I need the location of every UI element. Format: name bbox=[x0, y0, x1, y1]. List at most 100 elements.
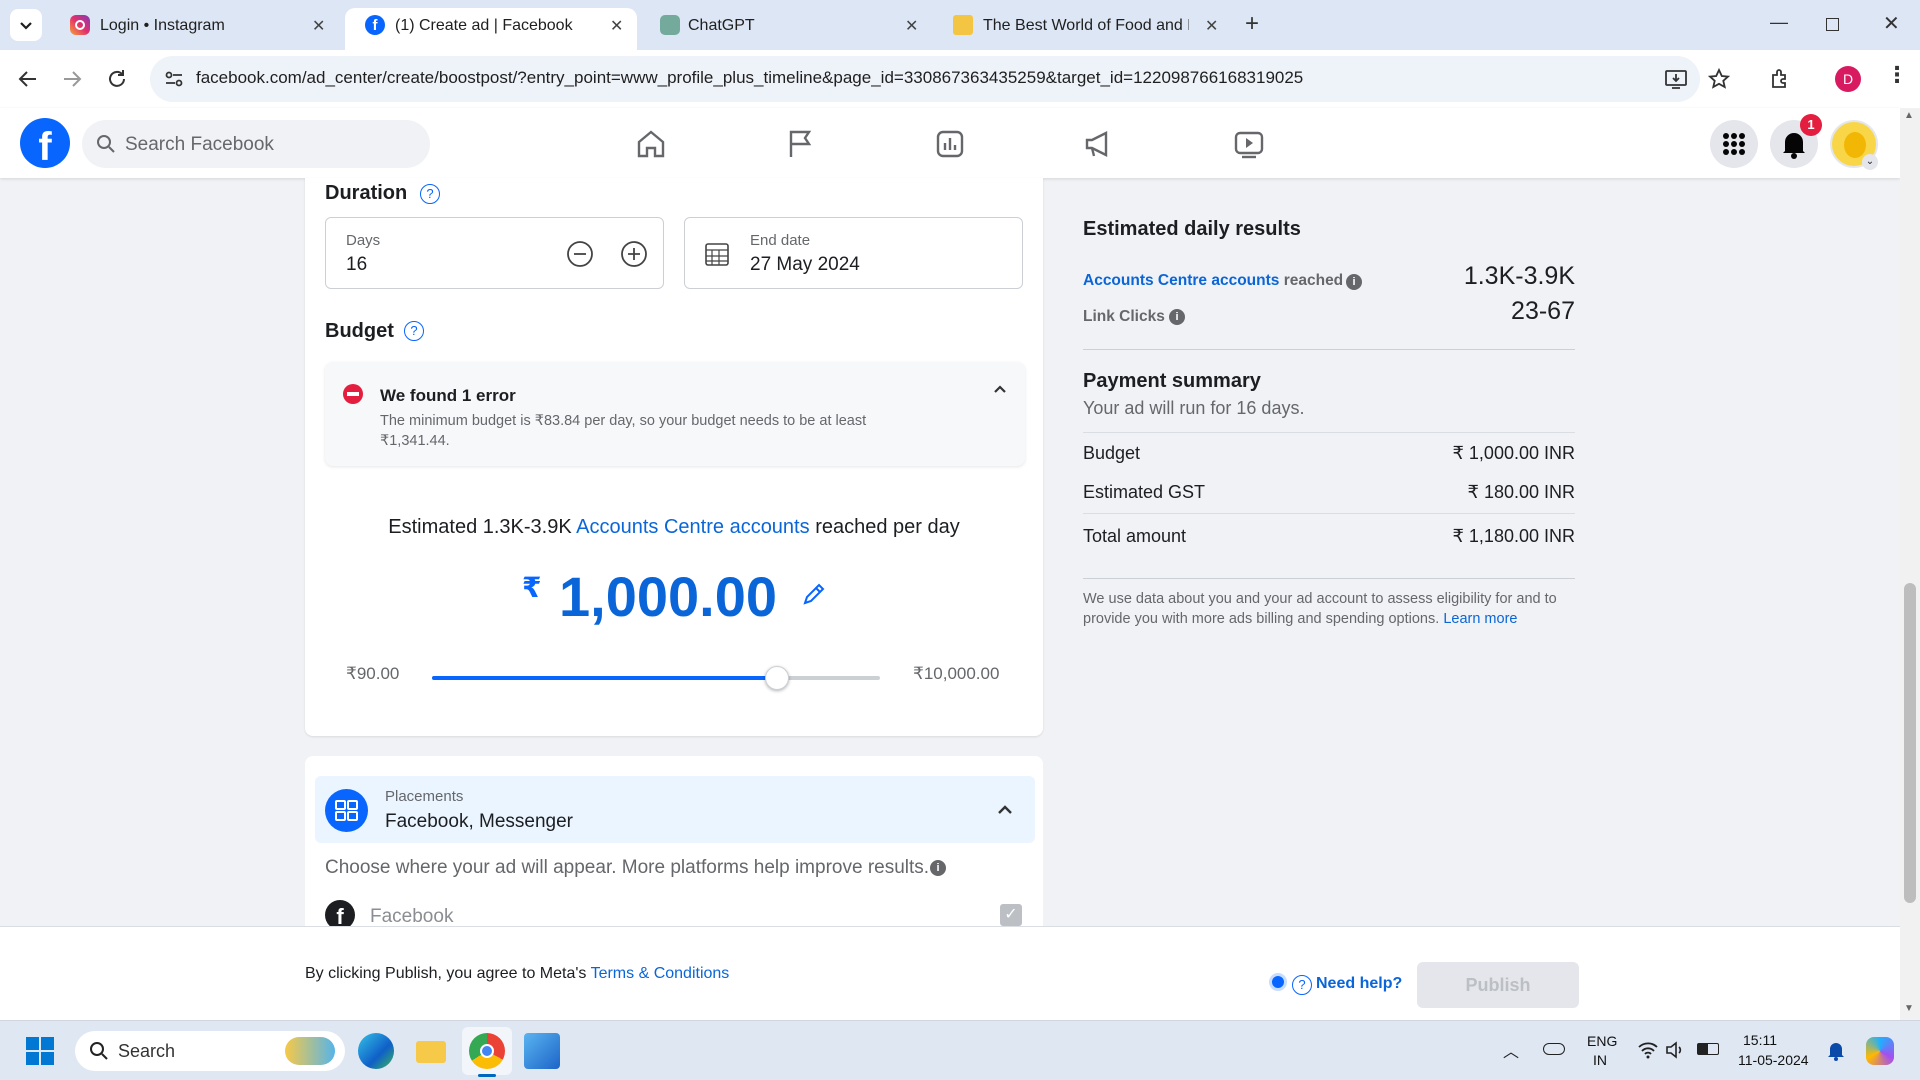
tab-title: The Best World of Food and Be bbox=[983, 17, 1189, 34]
photos-icon[interactable] bbox=[524, 1033, 560, 1069]
menu-icon[interactable]: ⋮ bbox=[1886, 62, 1908, 88]
budget-amount[interactable]: 1,000.00 bbox=[559, 564, 777, 629]
chatgpt-icon bbox=[660, 15, 680, 35]
language-line1[interactable]: ENG bbox=[1587, 1033, 1617, 1049]
budget-slider[interactable] bbox=[432, 666, 880, 690]
close-icon[interactable]: ✕ bbox=[905, 16, 918, 36]
close-icon[interactable]: ✕ bbox=[610, 16, 623, 36]
close-icon[interactable]: ✕ bbox=[1205, 16, 1218, 36]
tab-search-button[interactable] bbox=[10, 9, 42, 41]
site-settings-icon[interactable] bbox=[164, 69, 184, 89]
facebook-logo[interactable]: f bbox=[20, 118, 70, 168]
budget-row-label: Budget bbox=[1083, 443, 1141, 463]
scroll-down-icon[interactable]: ▼ bbox=[1904, 1003, 1914, 1014]
back-icon[interactable] bbox=[16, 67, 40, 91]
bookmark-star-icon[interactable] bbox=[1707, 67, 1731, 91]
windows-taskbar: Search ︿ ENG IN 15:11 11-05-2024 bbox=[0, 1020, 1920, 1080]
page-scrollbar[interactable]: ▲ ▼ bbox=[1900, 108, 1920, 1020]
learn-more-link[interactable]: Learn more bbox=[1443, 611, 1517, 627]
megaphone-icon[interactable] bbox=[1082, 127, 1116, 161]
placements-description: Choose where your ad will appear. More p… bbox=[325, 857, 930, 878]
total-row-value: ₹ 1,180.00 INR bbox=[1452, 526, 1575, 546]
battery-icon[interactable] bbox=[1697, 1043, 1719, 1055]
windows-start-icon[interactable] bbox=[22, 1033, 58, 1069]
scroll-up-icon[interactable]: ▲ bbox=[1904, 110, 1914, 121]
clock-date[interactable]: 11-05-2024 bbox=[1738, 1052, 1809, 1068]
pages-flag-icon[interactable] bbox=[783, 127, 817, 161]
notification-bell-icon[interactable] bbox=[1826, 1040, 1846, 1062]
duration-help-icon[interactable]: ? bbox=[420, 184, 440, 204]
video-icon[interactable] bbox=[1232, 127, 1266, 161]
terms-link[interactable]: Terms & Conditions bbox=[591, 965, 730, 982]
home-icon[interactable] bbox=[634, 127, 668, 161]
payment-summary-subtitle: Your ad will run for 16 days. bbox=[1083, 398, 1305, 418]
slider-max: ₹10,000.00 bbox=[913, 664, 1000, 683]
collapse-chevron-icon[interactable] bbox=[990, 380, 1010, 400]
menu-grid-button[interactable] bbox=[1710, 120, 1758, 168]
edit-pencil-icon[interactable] bbox=[800, 580, 828, 608]
reload-icon[interactable] bbox=[105, 67, 129, 91]
accounts-centre-link[interactable]: Accounts Centre accounts bbox=[1083, 272, 1279, 289]
restore-icon[interactable] bbox=[1826, 18, 1839, 31]
facebook-checkbox[interactable]: ✓ bbox=[1000, 904, 1022, 926]
gst-row-label: Estimated GST bbox=[1083, 482, 1206, 502]
scroll-thumb[interactable] bbox=[1904, 583, 1916, 903]
chrome-icon[interactable] bbox=[469, 1033, 505, 1069]
minimize-icon[interactable]: — bbox=[1770, 12, 1788, 33]
extensions-icon[interactable] bbox=[1768, 67, 1792, 91]
info-icon[interactable]: i bbox=[1169, 309, 1185, 325]
tab-food[interactable]: The Best World of Food and Be ✕ bbox=[935, 8, 1230, 50]
placements-header[interactable]: Placements Facebook, Messenger bbox=[315, 776, 1035, 843]
slider-thumb[interactable] bbox=[764, 666, 789, 690]
publish-bar: By clicking Publish, you agree to Meta's… bbox=[0, 926, 1900, 1020]
divider bbox=[1083, 513, 1575, 514]
new-tab-icon[interactable]: + bbox=[1245, 10, 1259, 38]
language-line2[interactable]: IN bbox=[1593, 1052, 1607, 1068]
collapse-chevron-icon[interactable] bbox=[995, 800, 1015, 820]
close-icon[interactable]: ✕ bbox=[312, 16, 325, 36]
insights-icon[interactable] bbox=[933, 127, 967, 161]
minus-circle-icon[interactable] bbox=[566, 240, 594, 268]
error-text-line1: The minimum budget is ₹83.84 per day, so… bbox=[380, 413, 867, 429]
clock-time[interactable]: 15:11 bbox=[1743, 1032, 1777, 1048]
browser-toolbar: facebook.com/ad_center/create/boostpost/… bbox=[0, 50, 1920, 108]
notification-badge: 1 bbox=[1800, 114, 1822, 136]
placements-card: Placements Facebook, Messenger Choose wh… bbox=[305, 756, 1043, 930]
url-text: facebook.com/ad_center/create/boostpost/… bbox=[196, 68, 1304, 87]
install-app-icon[interactable] bbox=[1664, 67, 1688, 91]
plus-circle-icon[interactable] bbox=[620, 240, 648, 268]
terms-prefix: By clicking Publish, you agree to Meta's bbox=[305, 965, 587, 982]
error-banner: We found 1 error The minimum budget is ₹… bbox=[325, 362, 1025, 466]
end-date-field[interactable]: End date 27 May 2024 bbox=[684, 217, 1023, 289]
budget-help-icon[interactable]: ? bbox=[404, 321, 424, 341]
tab-instagram[interactable]: Login • Instagram ✕ bbox=[50, 8, 340, 50]
profile-avatar[interactable]: D bbox=[1835, 66, 1861, 92]
info-icon[interactable]: i bbox=[930, 860, 946, 876]
need-help-link[interactable]: Need help? bbox=[1316, 975, 1402, 993]
onedrive-icon[interactable] bbox=[1543, 1043, 1565, 1055]
wifi-icon[interactable] bbox=[1637, 1041, 1659, 1059]
tab-chatgpt[interactable]: ChatGPT ✕ bbox=[640, 8, 930, 50]
chevron-down-icon bbox=[20, 22, 32, 30]
help-question-icon[interactable]: ? bbox=[1292, 975, 1312, 995]
window-close-icon[interactable]: ✕ bbox=[1883, 11, 1900, 36]
file-explorer-icon[interactable] bbox=[413, 1033, 449, 1069]
omnibox[interactable]: facebook.com/ad_center/create/boostpost/… bbox=[150, 56, 1700, 102]
end-date-value: 27 May 2024 bbox=[750, 254, 860, 275]
edge-icon[interactable] bbox=[358, 1033, 394, 1069]
publish-button[interactable]: Publish bbox=[1417, 962, 1579, 1008]
accounts-centre-link[interactable]: Accounts Centre accounts bbox=[576, 516, 809, 538]
avatar-image bbox=[1844, 132, 1866, 158]
duration-budget-card: Duration ? Days 16 End date 27 May 2024 … bbox=[305, 178, 1043, 736]
copilot-icon[interactable] bbox=[1866, 1037, 1894, 1065]
link-clicks-label: Link Clicks bbox=[1083, 308, 1165, 325]
tab-create-ad[interactable]: f (1) Create ad | Facebook ✕ bbox=[345, 8, 637, 50]
tray-chevron-icon[interactable]: ︿ bbox=[1503, 1038, 1519, 1062]
volume-icon[interactable] bbox=[1665, 1041, 1685, 1059]
taskbar-search[interactable]: Search bbox=[75, 1031, 345, 1071]
info-icon[interactable]: i bbox=[1346, 274, 1362, 290]
forward-icon[interactable] bbox=[60, 67, 84, 91]
search-box[interactable]: Search Facebook bbox=[82, 120, 430, 168]
account-chevron-icon[interactable]: ⌄ bbox=[1862, 154, 1878, 170]
days-field[interactable]: Days 16 bbox=[325, 217, 664, 289]
